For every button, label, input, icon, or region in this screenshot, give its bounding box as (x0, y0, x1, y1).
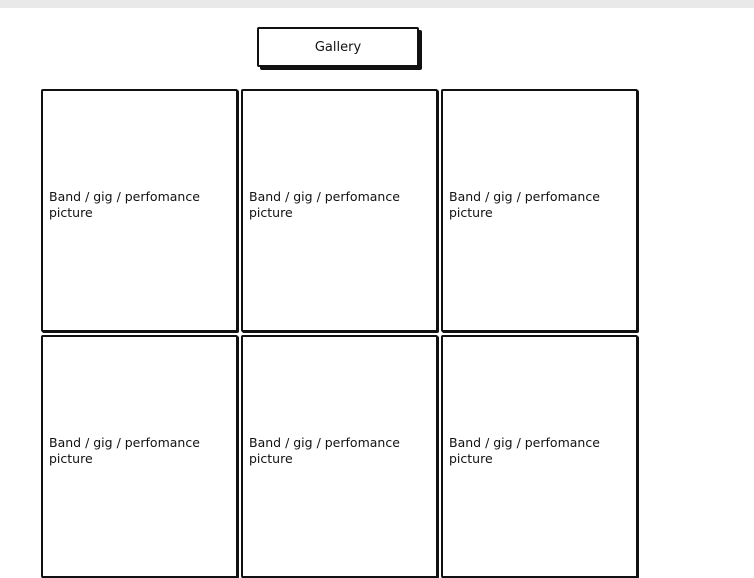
picture-caption: Band / gig / perfomance picture (49, 189, 200, 220)
picture-caption: Band / gig / perfomance picture (249, 435, 400, 466)
gallery-picture-tile[interactable]: Band / gig / perfomance picture (441, 335, 638, 578)
gallery-grid: Band / gig / perfomance picture Band / g… (0, 0, 754, 578)
gallery-picture-tile[interactable]: Band / gig / perfomance picture (241, 335, 438, 578)
gallery-picture-tile[interactable]: Band / gig / perfomance picture (241, 89, 438, 332)
gallery-picture-tile[interactable]: Band / gig / perfomance picture (41, 335, 238, 578)
picture-caption: Band / gig / perfomance picture (249, 189, 400, 220)
picture-caption: Band / gig / perfomance picture (49, 435, 200, 466)
picture-caption: Band / gig / perfomance picture (449, 189, 600, 220)
picture-caption: Band / gig / perfomance picture (449, 435, 600, 466)
gallery-picture-tile[interactable]: Band / gig / perfomance picture (441, 89, 638, 332)
gallery-picture-tile[interactable]: Band / gig / perfomance picture (41, 89, 238, 332)
